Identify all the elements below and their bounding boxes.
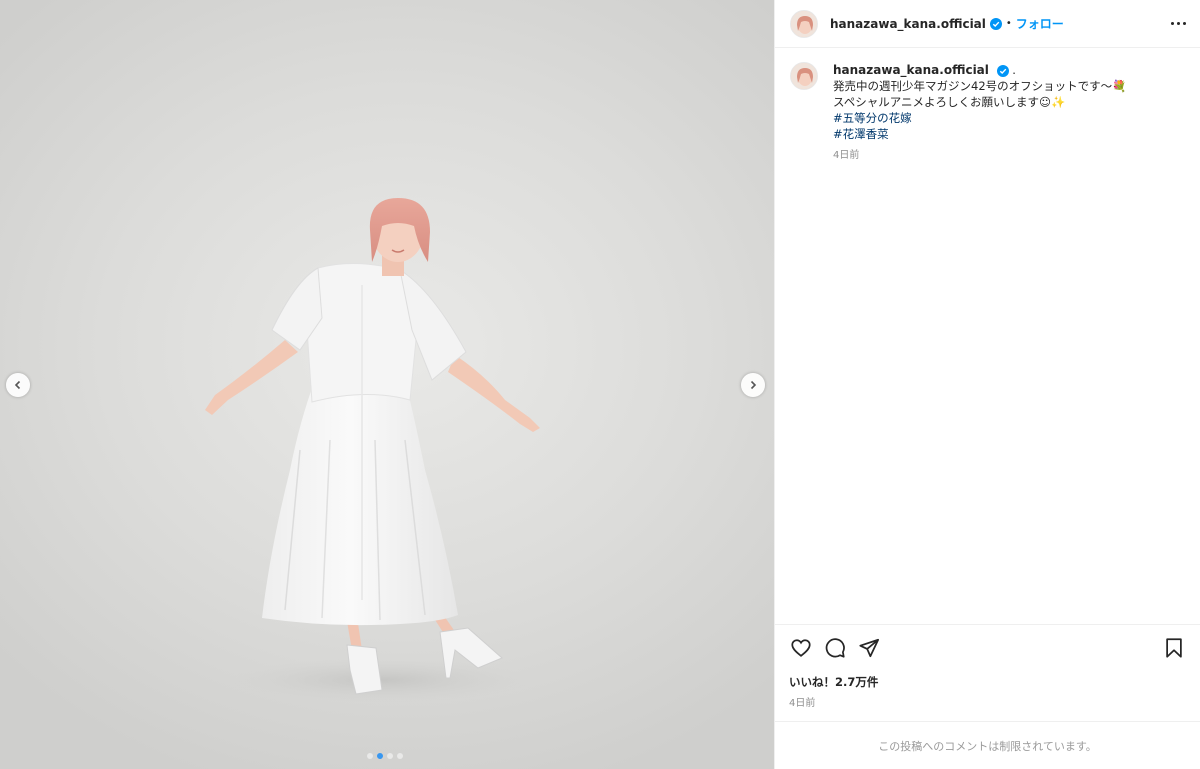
share-icon: [859, 638, 880, 657]
verified-badge-icon: [989, 17, 1002, 30]
carousel-dot: [387, 753, 393, 759]
header-separator: •: [1005, 18, 1012, 29]
post-caption: hanazawa_kana.official . 発売中の週刊少年マガジン42号…: [789, 62, 1186, 164]
comments-disabled-notice: この投稿へのコメントは制限されています。: [775, 721, 1200, 769]
carousel-indicator: [367, 753, 403, 759]
post-timestamp[interactable]: 4日前: [775, 690, 1200, 721]
next-photo-button[interactable]: [741, 373, 765, 397]
avatar-image: [791, 10, 817, 37]
caption-after-name: .: [1012, 63, 1016, 77]
heart-icon: [791, 638, 811, 657]
caption-username[interactable]: hanazawa_kana.official: [833, 63, 989, 77]
carousel-dot-active: [377, 753, 383, 759]
carousel-dot: [397, 753, 403, 759]
share-button[interactable]: [857, 636, 881, 660]
comment-icon: [825, 637, 845, 658]
post-author-username[interactable]: hanazawa_kana.official: [830, 17, 986, 31]
likes-count[interactable]: いいね！2.7万件: [775, 670, 1200, 690]
caption-timestamp[interactable]: 4日前: [833, 148, 1126, 164]
more-options-icon[interactable]: [1171, 22, 1186, 25]
carousel-dot: [367, 753, 373, 759]
chevron-left-icon: [14, 380, 21, 390]
post-side-panel: hanazawa_kana.official • フォロー hanazawa_k…: [774, 0, 1200, 769]
post-actions: [775, 624, 1200, 670]
save-button[interactable]: [1162, 636, 1186, 660]
like-button[interactable]: [789, 636, 813, 660]
follow-button[interactable]: フォロー: [1016, 15, 1064, 32]
bookmark-icon: [1166, 637, 1182, 658]
post-header: hanazawa_kana.official • フォロー: [775, 0, 1200, 48]
comments-section: hanazawa_kana.official . 発売中の週刊少年マガジン42号…: [775, 48, 1200, 624]
hashtag-link[interactable]: #花澤香菜: [833, 126, 1126, 142]
caption-avatar[interactable]: [790, 62, 818, 90]
caption-line: スペシャルアニメよろしくお願いします☺✨: [833, 95, 1066, 109]
previous-photo-button[interactable]: [6, 373, 30, 397]
avatar[interactable]: [790, 9, 818, 38]
caption-line: 発売中の週刊少年マガジン42号のオフショットです〜💐: [833, 79, 1127, 93]
post-media[interactable]: [0, 0, 774, 769]
verified-badge-icon: [996, 64, 1009, 77]
caption-body: hanazawa_kana.official . 発売中の週刊少年マガジン42号…: [833, 62, 1126, 164]
post-photo: [205, 198, 540, 702]
hashtag-link[interactable]: #五等分の花嫁: [833, 110, 1126, 126]
instagram-post: hanazawa_kana.official • フォロー hanazawa_k…: [0, 0, 1200, 769]
avatar-image: [791, 63, 817, 89]
chevron-right-icon: [750, 380, 757, 390]
comment-button[interactable]: [823, 636, 847, 660]
